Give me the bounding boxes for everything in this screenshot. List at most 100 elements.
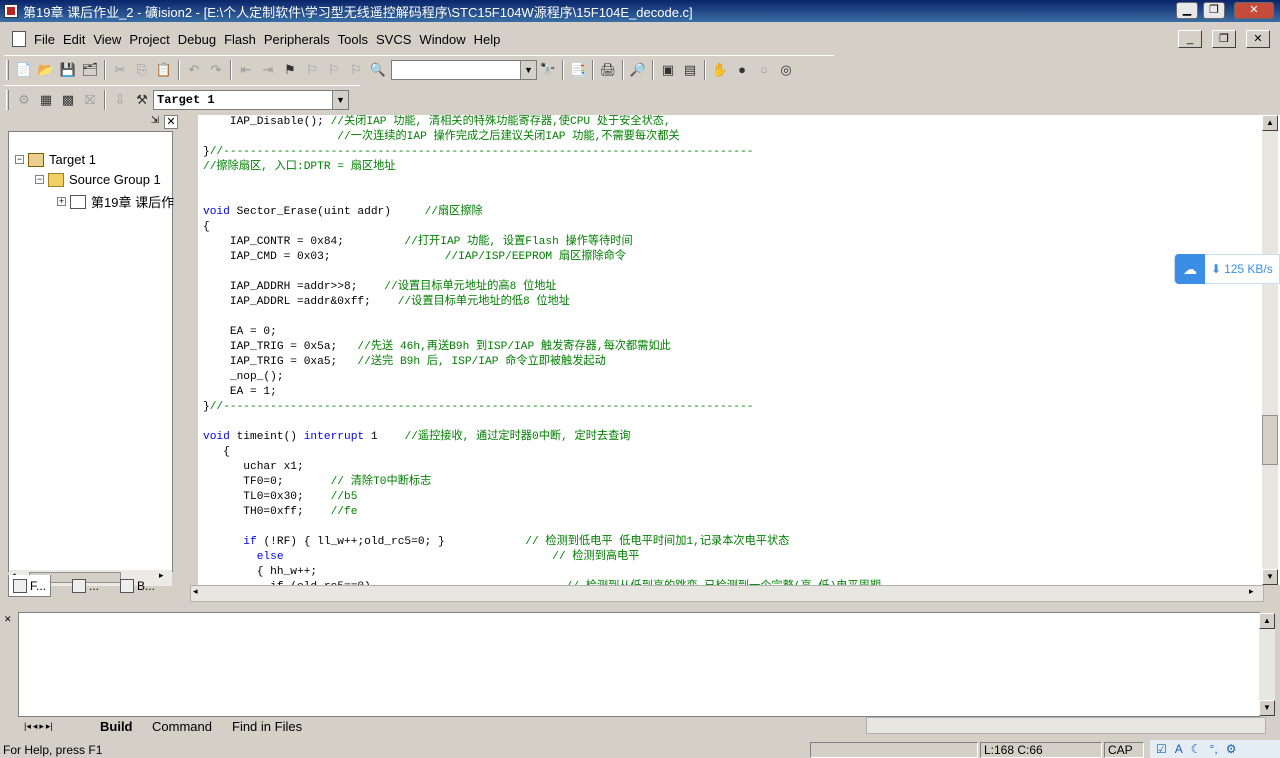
tab-books[interactable]: B...: [116, 575, 159, 597]
menu-window[interactable]: Window: [415, 32, 469, 47]
cut-icon[interactable]: ✂: [109, 59, 131, 81]
code-line[interactable]: IAP_TRIG = 0xa5; //送完 B9h 后, ISP/IAP 命令立…: [203, 355, 881, 370]
scroll-up-icon[interactable]: ▲: [1259, 613, 1275, 629]
code-line[interactable]: [203, 265, 881, 280]
print-icon[interactable]: 🖨: [597, 59, 619, 81]
chevron-down-icon[interactable]: ▼: [332, 90, 348, 109]
bookmark-next-icon[interactable]: ⚐: [323, 59, 345, 81]
code-line[interactable]: TF0=0; // 清除T0中断标志: [203, 475, 881, 490]
code-line[interactable]: void timeint() interrupt 1 //遥控接收, 通过定时器…: [203, 430, 881, 445]
tree-node-file[interactable]: + 第19章 课后作: [57, 192, 174, 211]
code-line[interactable]: if (!RF) { ll_w++;old_rc5=0; } // 检测到低电平…: [203, 535, 881, 550]
minimize-button[interactable]: ▁: [1176, 2, 1198, 19]
menu-peripherals[interactable]: Peripherals: [260, 32, 334, 47]
nav-first-icon[interactable]: |◂: [24, 721, 31, 732]
code-line[interactable]: //擦除扇区, 入口:DPTR = 扇区地址: [203, 160, 881, 175]
indent-icon[interactable]: ⇥: [257, 59, 279, 81]
code-line[interactable]: IAP_Disable(); //关闭IAP 功能, 清相关的特殊功能寄存器,使…: [203, 115, 881, 130]
tab-files[interactable]: F...: [8, 575, 52, 597]
code-line[interactable]: [203, 520, 881, 535]
code-line[interactable]: IAP_ADDRL =addr&0xff; //设置目标单元地址的低8 位地址: [203, 295, 881, 310]
restore-button[interactable]: ❐: [1203, 2, 1225, 19]
collapse-icon[interactable]: −: [15, 155, 24, 164]
nav-next-icon[interactable]: ▸: [39, 721, 44, 732]
scroll-right-icon[interactable]: ▸: [1249, 586, 1254, 597]
menu-project[interactable]: Project: [125, 32, 173, 47]
code-line[interactable]: EA = 1;: [203, 385, 881, 400]
scroll-right-icon[interactable]: ▸: [159, 570, 164, 581]
menu-help[interactable]: Help: [470, 32, 505, 47]
code-line[interactable]: IAP_CMD = 0x03; //IAP/ISP/EEPROM 扇区擦除命令: [203, 250, 881, 265]
save-icon[interactable]: 💾: [57, 59, 79, 81]
collapse-icon[interactable]: −: [35, 175, 44, 184]
close-button[interactable]: ✕: [1234, 2, 1274, 19]
save-all-icon[interactable]: 🗂: [79, 59, 101, 81]
tree-node-target[interactable]: − Target 1: [15, 152, 96, 167]
output-close-icon[interactable]: ✕: [4, 614, 16, 626]
editor-vscroll-thumb[interactable]: [1262, 415, 1278, 465]
stop-build-icon[interactable]: ⛝: [79, 89, 101, 111]
document-icon[interactable]: [12, 31, 26, 47]
mdi-close-button[interactable]: ✕: [1246, 30, 1270, 48]
output-hscroll[interactable]: [866, 717, 1266, 734]
bookmark-toggle-icon[interactable]: ⚑: [279, 59, 301, 81]
undo-icon[interactable]: ↶: [183, 59, 205, 81]
unindent-icon[interactable]: ⇤: [235, 59, 257, 81]
code-line[interactable]: _nop_();: [203, 370, 881, 385]
code-line[interactable]: }//-------------------------------------…: [203, 145, 881, 160]
scroll-down-icon[interactable]: ▼: [1262, 569, 1278, 585]
panel-dock-icon[interactable]: ⇲: [148, 115, 162, 129]
find-in-files-icon[interactable]: 🔭: [537, 59, 559, 81]
tree-node-group[interactable]: − Source Group 1: [35, 172, 161, 187]
open-folder-icon[interactable]: 📂: [35, 59, 57, 81]
tab-regs[interactable]: ...: [68, 575, 103, 597]
find-icon[interactable]: 🔍: [367, 59, 389, 81]
code-editor[interactable]: IAP_Disable(); //关闭IAP 功能, 清相关的特殊功能寄存器,使…: [198, 115, 1280, 585]
breakpoint-disable-icon[interactable]: ○: [753, 59, 775, 81]
ime-mode-icon[interactable]: A: [1175, 742, 1183, 756]
find-combo[interactable]: ▼: [391, 59, 537, 80]
code-line[interactable]: { hh_w++;: [203, 565, 881, 580]
ime-tray[interactable]: ☑ A ☾ °, ⚙: [1150, 740, 1280, 758]
tab-find-in-files[interactable]: Find in Files: [232, 717, 302, 735]
target-options-icon[interactable]: ⚒: [131, 89, 153, 111]
code-line[interactable]: IAP_CONTR = 0x84; //打开IAP 功能, 设置Flash 操作…: [203, 235, 881, 250]
debug-start-icon[interactable]: 🔎: [627, 59, 649, 81]
output-tab-nav[interactable]: |◂ ◂ ▸ ▸|: [24, 717, 53, 735]
output-window-icon[interactable]: ▤: [679, 59, 701, 81]
new-file-icon[interactable]: 📄: [13, 59, 35, 81]
editor-hscroll[interactable]: ◂ ▸: [190, 585, 1264, 602]
code-line[interactable]: //一次连续的IAP 操作完成之后建议关闭IAP 功能,不需要每次都关: [203, 130, 881, 145]
code-line[interactable]: IAP_ADDRH =addr>>8; //设置目标单元地址的高8 位地址: [203, 280, 881, 295]
output-vscroll[interactable]: ▲ ▼: [1259, 613, 1275, 716]
code-line[interactable]: }//-------------------------------------…: [203, 400, 881, 415]
redo-icon[interactable]: ↷: [205, 59, 227, 81]
tab-build[interactable]: Build: [100, 717, 133, 735]
chevron-down-icon[interactable]: ▼: [520, 60, 536, 79]
menu-tools[interactable]: Tools: [334, 32, 372, 47]
download-speed-widget[interactable]: ☁ ⬇ 125 KB/s: [1174, 254, 1280, 284]
ime-moon-icon[interactable]: ☾: [1191, 742, 1202, 756]
mdi-minimize-button[interactable]: _: [1178, 30, 1202, 48]
code-line[interactable]: EA = 0;: [203, 325, 881, 340]
code-line[interactable]: uchar x1;: [203, 460, 881, 475]
ime-punct-icon[interactable]: °,: [1210, 742, 1218, 756]
menu-svcs[interactable]: SVCS: [372, 32, 415, 47]
code-line[interactable]: [203, 190, 881, 205]
code-line[interactable]: TH0=0xff; //fe: [203, 505, 881, 520]
download-icon[interactable]: ⇩: [109, 89, 131, 111]
paste-icon[interactable]: 📋: [153, 59, 175, 81]
rebuild-all-icon[interactable]: ▩: [57, 89, 79, 111]
ime-settings-icon[interactable]: ⚙: [1226, 742, 1237, 756]
build-target-icon[interactable]: ▦: [35, 89, 57, 111]
scroll-down-icon[interactable]: ▼: [1259, 700, 1275, 716]
bookmark-clear-icon[interactable]: ⚐: [345, 59, 367, 81]
hand-icon[interactable]: ✋: [709, 59, 731, 81]
scroll-left-icon[interactable]: ◂: [193, 586, 198, 597]
menu-edit[interactable]: Edit: [59, 32, 89, 47]
code-line[interactable]: [203, 175, 881, 190]
menu-view[interactable]: View: [89, 32, 125, 47]
bookmark-prev-icon[interactable]: ⚐: [301, 59, 323, 81]
code-line[interactable]: [203, 310, 881, 325]
mdi-restore-button[interactable]: ❐: [1212, 30, 1236, 48]
